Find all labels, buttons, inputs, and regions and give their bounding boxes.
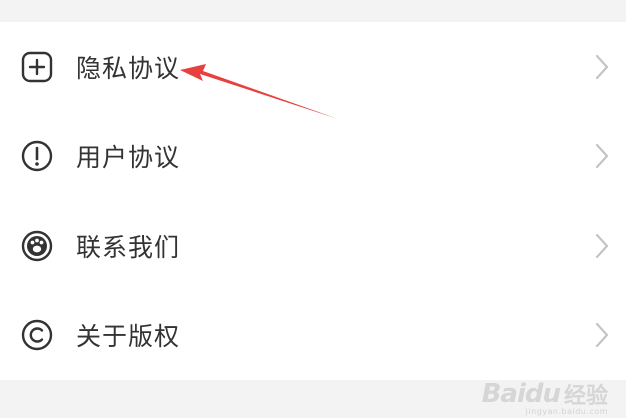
- watermark-text: 经验: [563, 384, 608, 409]
- menu-item-label: 关于版权: [76, 322, 181, 352]
- chevron-right-icon: [594, 54, 610, 80]
- paw-circle-icon: [20, 229, 54, 263]
- plus-square-icon: [20, 50, 54, 84]
- watermark-sub: jingyan.baidu.com: [525, 407, 608, 416]
- menu-item-label: 联系我们: [76, 232, 181, 262]
- menu-item-privacy-policy[interactable]: 隐私协议: [0, 22, 626, 112]
- menu-item-label: 隐私协议: [76, 53, 181, 83]
- exclamation-circle-icon: [20, 139, 54, 173]
- settings-list: 隐私协议 用户协议 联系我们 关于版权: [0, 22, 626, 380]
- chevron-right-icon: [594, 322, 610, 348]
- menu-item-contact-us[interactable]: 联系我们: [0, 201, 626, 291]
- baidu-jingyan-watermark: Baidu 经验 jingyan.baidu.com: [481, 378, 608, 416]
- menu-item-user-agreement[interactable]: 用户协议: [0, 112, 626, 202]
- menu-item-copyright[interactable]: 关于版权: [0, 291, 626, 381]
- copyright-icon: [20, 318, 54, 352]
- chevron-right-icon: [594, 143, 610, 169]
- settings-page: 隐私协议 用户协议 联系我们 关于版权 Baidu 经验 jingyan.bai…: [0, 0, 626, 418]
- menu-item-label: 用户协议: [76, 143, 181, 173]
- watermark-brand: Baidu: [481, 379, 561, 409]
- chevron-right-icon: [594, 233, 610, 259]
